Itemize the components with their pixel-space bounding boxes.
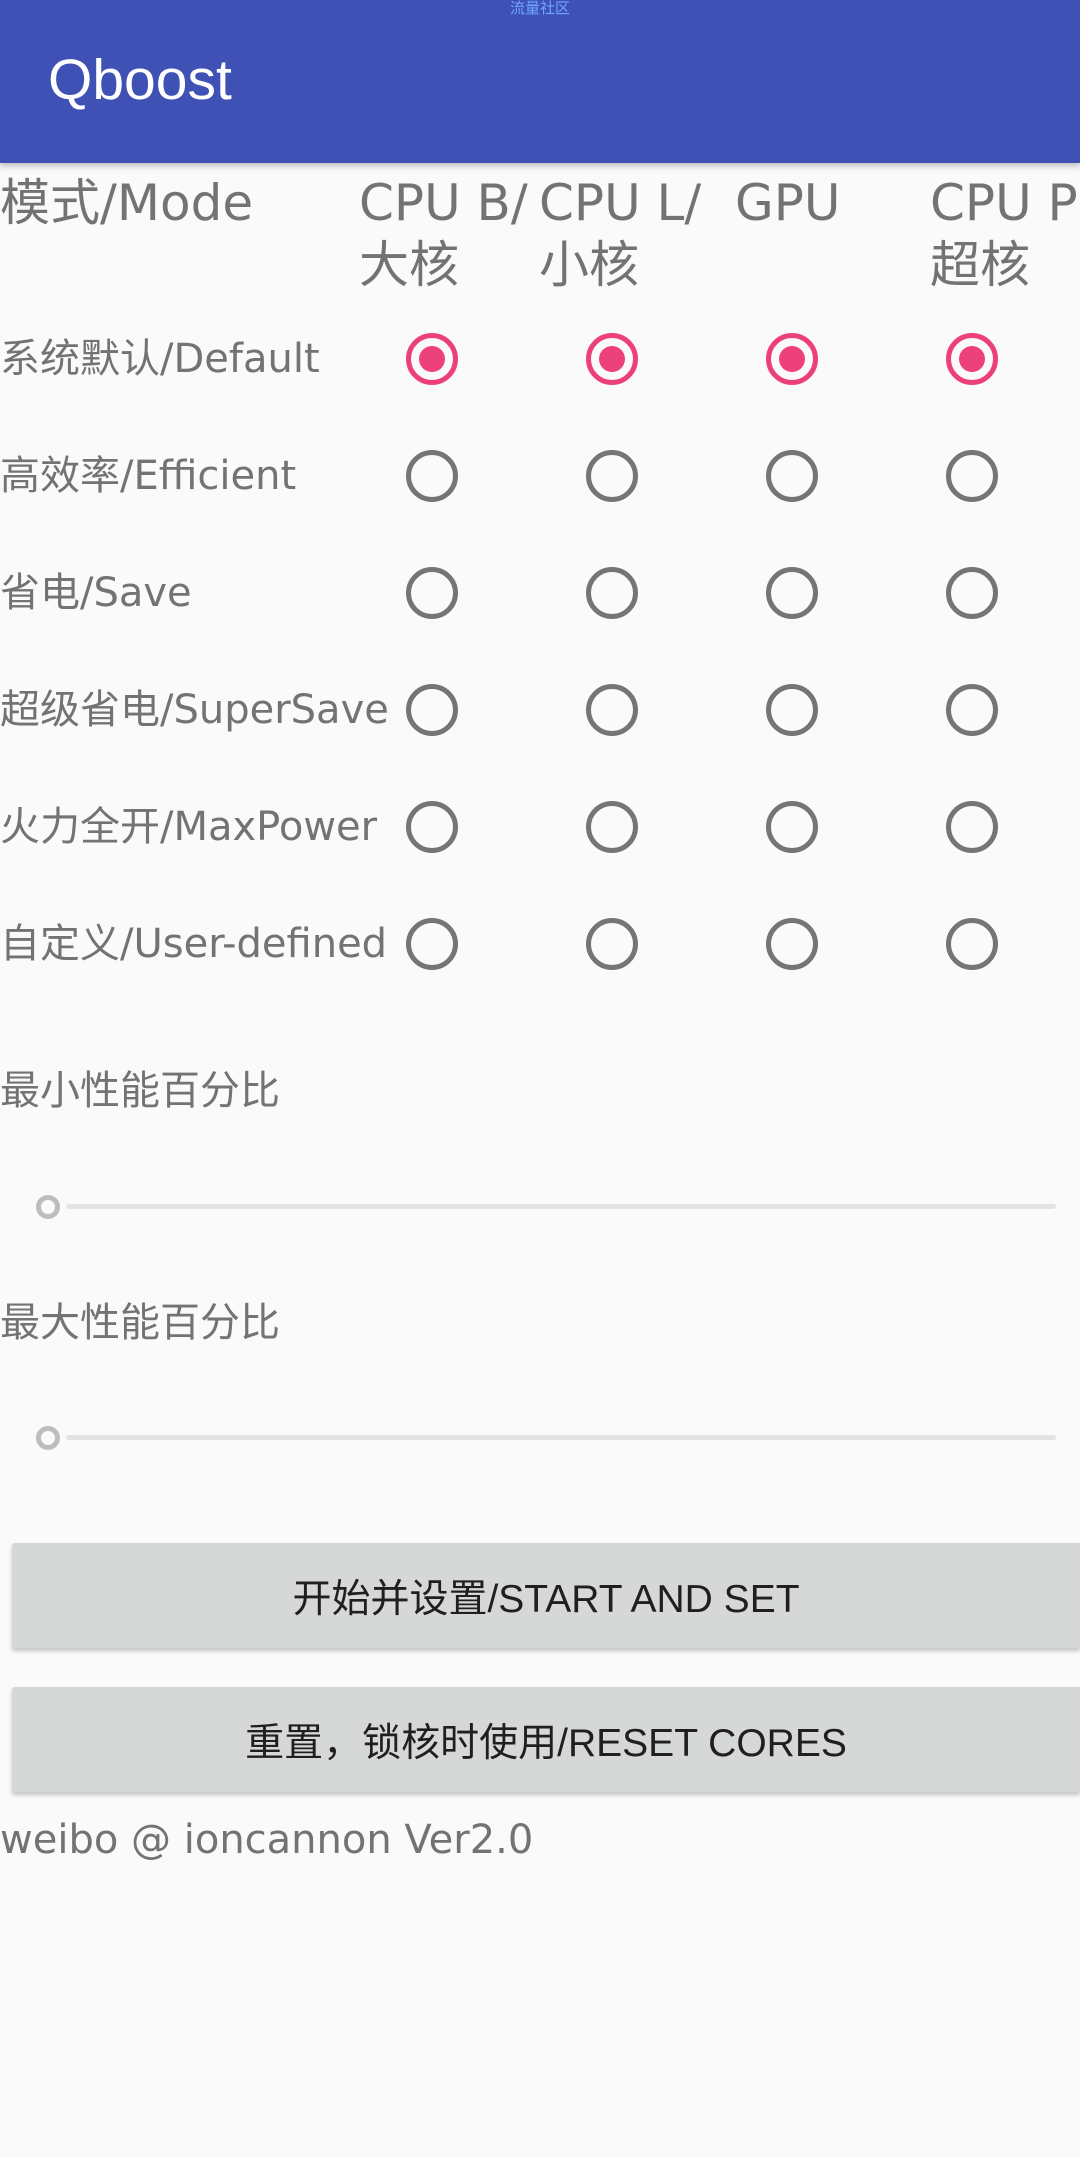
column-header-cpu-big: CPU B/ 大核 xyxy=(359,174,528,294)
mode-row-label: 自定义/User-defined xyxy=(0,921,388,967)
mode-row-label: 系统默认/Default xyxy=(0,336,320,382)
max-performance-label: 最大性能百分比 xyxy=(0,1300,280,1346)
radio-gpu[interactable] xyxy=(766,684,818,736)
column-header-cpu-little: CPU L/ 小核 xyxy=(539,174,702,294)
max-performance-slider[interactable] xyxy=(66,1435,1056,1440)
radio-cpu-prime[interactable] xyxy=(946,801,998,853)
radio-gpu[interactable] xyxy=(766,801,818,853)
radio-gpu[interactable] xyxy=(766,333,818,385)
reset-cores-button[interactable]: 重置，锁核时使用/RESET CORES xyxy=(12,1687,1080,1792)
mode-column-header: 模式/Mode xyxy=(0,174,254,232)
radio-cpu-big[interactable] xyxy=(406,918,458,970)
mode-row-label: 火力全开/MaxPower xyxy=(0,804,378,850)
radio-cpu-big[interactable] xyxy=(406,333,458,385)
radio-gpu[interactable] xyxy=(766,567,818,619)
start-and-set-button[interactable]: 开始并设置/START AND SET xyxy=(12,1543,1080,1648)
mode-row-label: 超级省电/SuperSave xyxy=(0,687,389,733)
radio-cpu-little[interactable] xyxy=(586,801,638,853)
min-performance-slider[interactable] xyxy=(66,1204,1056,1209)
radio-gpu[interactable] xyxy=(766,450,818,502)
radio-cpu-little[interactable] xyxy=(586,450,638,502)
mode-row-label: 省电/Save xyxy=(0,570,192,616)
app-title: Qboost xyxy=(48,48,232,112)
max-performance-slider-thumb[interactable] xyxy=(36,1426,60,1450)
radio-cpu-little[interactable] xyxy=(586,333,638,385)
radio-cpu-big[interactable] xyxy=(406,450,458,502)
mode-row-label: 高效率/Efficient xyxy=(0,453,297,499)
footer-credit: weibo @ ioncannon Ver2.0 xyxy=(0,1817,534,1863)
column-header-cpu-prime: CPU P 超核 xyxy=(930,174,1078,294)
radio-cpu-prime[interactable] xyxy=(946,333,998,385)
app-bar: Qboost xyxy=(0,0,1080,163)
radio-cpu-prime[interactable] xyxy=(946,567,998,619)
min-performance-label: 最小性能百分比 xyxy=(0,1068,280,1114)
radio-cpu-big[interactable] xyxy=(406,567,458,619)
radio-gpu[interactable] xyxy=(766,918,818,970)
column-header-gpu: GPU xyxy=(735,174,841,232)
min-performance-slider-thumb[interactable] xyxy=(36,1195,60,1219)
radio-cpu-prime[interactable] xyxy=(946,918,998,970)
radio-cpu-prime[interactable] xyxy=(946,684,998,736)
radio-cpu-little[interactable] xyxy=(586,684,638,736)
radio-cpu-little[interactable] xyxy=(586,567,638,619)
radio-cpu-big[interactable] xyxy=(406,801,458,853)
radio-cpu-prime[interactable] xyxy=(946,450,998,502)
watermark-text: 流量社区 xyxy=(509,0,570,17)
radio-cpu-little[interactable] xyxy=(586,918,638,970)
radio-cpu-big[interactable] xyxy=(406,684,458,736)
